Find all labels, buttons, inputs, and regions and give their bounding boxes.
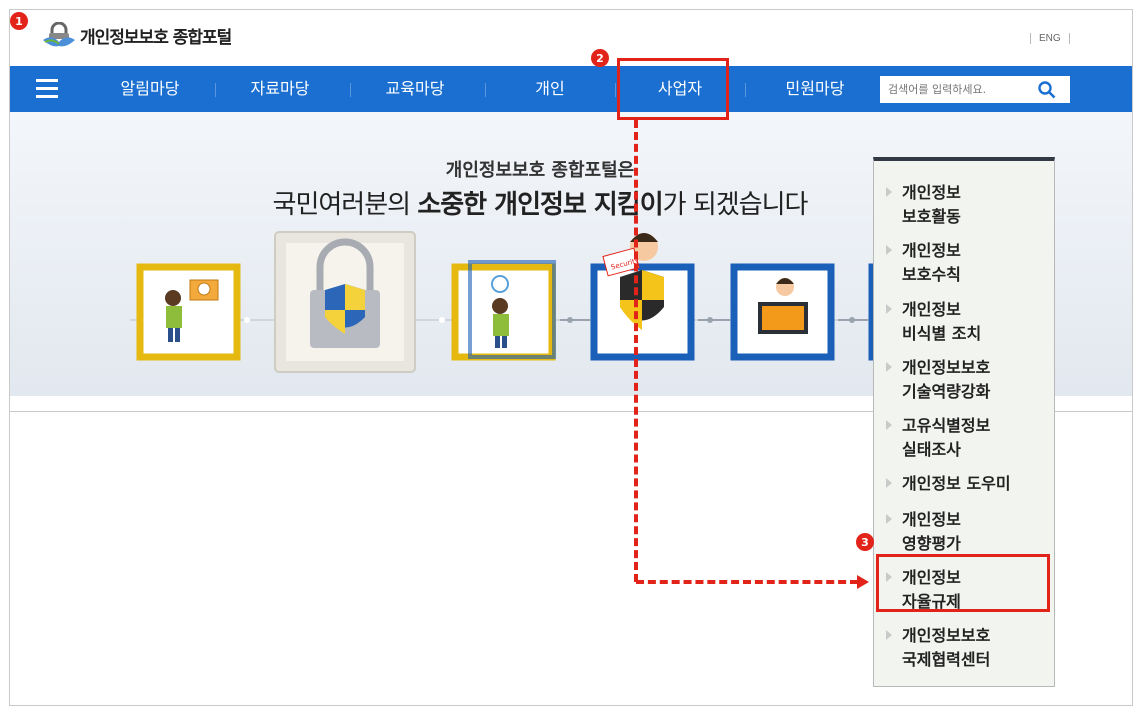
menu-item-deidentification[interactable]: 개인정보 비식별 조치 [874,298,1054,346]
hamburger-menu-icon[interactable] [36,79,58,99]
search-box [880,76,1070,103]
guide-arrow-horizontal [636,580,858,584]
main-navbar: 알림마당 자료마당 교육마당 개인 사업자 민원마당 [10,66,1132,112]
nav-item-notice[interactable]: 알림마당 [90,66,210,112]
menu-item-international-center[interactable]: 개인정보보호 국제협력센터 [874,624,1054,672]
menu-item-tech-capacity[interactable]: 개인정보보호 기술역량강화 [874,356,1054,404]
menu-arrow-icon [886,514,892,524]
highlight-business-nav [617,58,729,120]
nav-item-education[interactable]: 교육마당 [355,66,475,112]
language-link-eng[interactable]: ENG [1030,33,1070,44]
nav-item-resources[interactable]: 자료마당 [220,66,340,112]
site-logo[interactable]: 개인정보보호 종합포털 [42,22,232,48]
logo-text: 개인정보보호 종합포털 [80,27,232,48]
menu-item-unique-id-survey[interactable]: 고유식별정보 실태조사 [874,414,1054,462]
nav-divider [350,83,351,97]
menu-arrow-icon [886,245,892,255]
padlock-logo-icon [43,22,75,47]
guide-arrow-vertical [634,120,638,582]
search-input[interactable] [880,76,1030,103]
nav-divider [485,83,486,97]
step-marker-1: 1 [10,12,28,30]
menu-item-protection-activity[interactable]: 개인정보 보호활동 [874,181,1054,229]
menu-arrow-icon [886,478,892,488]
menu-arrow-icon [886,630,892,640]
nav-item-civil[interactable]: 민원마당 [755,66,875,112]
menu-item-helper[interactable]: 개인정보 도우미 [874,472,1054,496]
nav-item-individual[interactable]: 개인 [490,66,610,112]
search-icon[interactable] [1038,81,1056,99]
menu-arrow-icon [886,304,892,314]
menu-arrow-icon [886,420,892,430]
menu-arrow-icon [886,362,892,372]
menu-item-protection-rules[interactable]: 개인정보 보호수칙 [874,239,1054,287]
menu-arrow-icon [886,187,892,197]
highlight-self-regulation [876,554,1050,612]
guide-arrow-head-icon [857,575,869,589]
nav-divider [615,83,616,97]
step-marker-2: 2 [591,49,609,67]
nav-divider [745,83,746,97]
menu-item-impact-assessment[interactable]: 개인정보 영향평가 [874,508,1054,556]
nav-divider [215,83,216,97]
step-marker-3: 3 [856,533,874,551]
